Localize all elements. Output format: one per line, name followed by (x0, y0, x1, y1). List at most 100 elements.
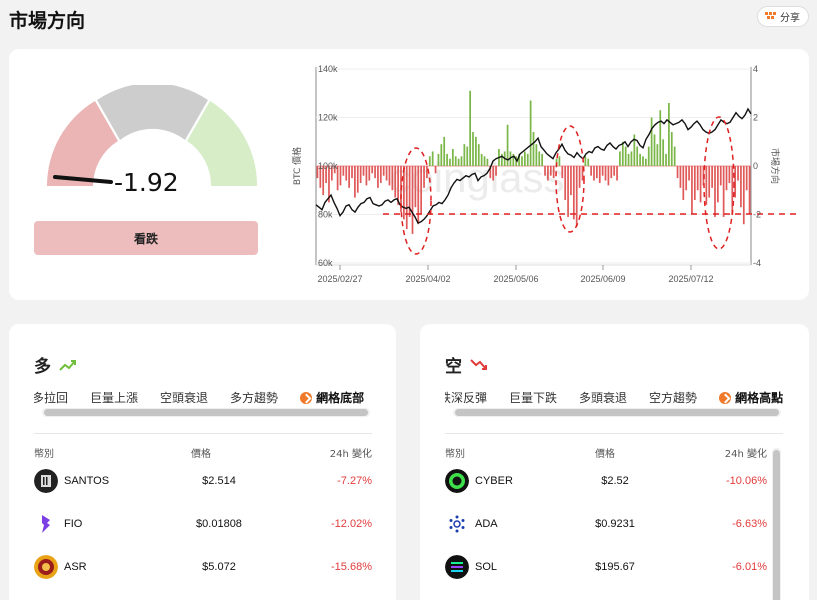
direction-bar (440, 144, 443, 166)
direction-bar (590, 166, 592, 176)
direction-bar (342, 166, 345, 176)
tab-long-4[interactable]: 多方趨勢 (230, 389, 278, 406)
direction-bar (598, 166, 601, 183)
tab-long-3[interactable]: 空頭衰退 (160, 389, 208, 406)
direction-bar (659, 110, 662, 166)
direction-bar (469, 90, 471, 166)
share-icon (765, 12, 776, 19)
direction-bar (495, 166, 497, 176)
direction-bar (644, 158, 647, 166)
long-card: 多 縮多拉回 巨量上漲 空頭衰退 多方趨勢 網格底部 幣別 價格 24h 變化 … (9, 324, 396, 600)
long-tabs: 縮多拉回 巨量上漲 空頭衰退 多方趨勢 網格底部 (34, 386, 372, 408)
direction-bar (619, 151, 621, 166)
direction-bar (578, 166, 581, 188)
direction-bar (379, 166, 382, 183)
direction-bar (391, 166, 394, 191)
coin-change: -15.68% (331, 561, 372, 573)
x-tick: 2025/05/06 (493, 274, 538, 284)
direction-bar (426, 166, 428, 179)
short-table-scrollbar[interactable] (772, 448, 781, 600)
y-right-tick: 0 (753, 161, 758, 171)
table-row[interactable]: FIO $0.01808 -12.02% (34, 510, 372, 538)
direction-bar (685, 166, 688, 191)
coin-change: -6.63% (732, 518, 767, 530)
direction-bar (403, 166, 405, 220)
direction-bar (385, 166, 388, 181)
y-left-tick: 80k (318, 210, 333, 220)
direction-bar (466, 146, 469, 166)
direction-bar (523, 151, 526, 166)
tab-long-5-label: 網格底部 (316, 391, 365, 405)
y-left-title: BTC 價格 (291, 147, 303, 185)
x-tick: 2025/06/09 (580, 274, 625, 284)
direction-bar (345, 166, 348, 181)
table-row[interactable]: ADA $0.9231 -6.63% (445, 510, 767, 538)
direction-bar (745, 166, 748, 191)
page-title: 市場方向 (9, 10, 86, 32)
coin-symbol: ASR (64, 561, 87, 573)
direction-bar (596, 166, 598, 179)
direction-bar (417, 166, 420, 225)
short-tabs-scrollbar[interactable] (453, 408, 781, 417)
y-left-tick: 140k (318, 64, 338, 74)
direction-bar (454, 156, 457, 166)
direction-bar (547, 166, 549, 181)
coin-price: $2.514 (202, 475, 236, 487)
y-right-tick: -4 (753, 258, 761, 268)
direction-bar (414, 166, 417, 208)
coin-change: -6.01% (732, 561, 767, 573)
direction-bar (549, 166, 552, 176)
col-change[interactable]: 24h 變化 (725, 445, 767, 460)
y-left-tick: 100k (318, 161, 338, 171)
direction-bar (564, 166, 567, 200)
direction-bar (538, 151, 541, 166)
direction-bar (653, 134, 656, 166)
coin-price: $5.072 (202, 561, 236, 573)
col-change[interactable]: 24h 變化 (330, 445, 372, 460)
y-left-tick: 60k (318, 258, 333, 268)
direction-bar (714, 166, 716, 217)
direction-bar (351, 166, 353, 179)
long-tabs-scrollbar[interactable] (42, 408, 370, 417)
tab-short-1[interactable]: 跌深反彈 (445, 389, 487, 406)
tab-short-2[interactable]: 巨量下跌 (509, 389, 557, 406)
direction-bar (688, 166, 690, 181)
cyber-logo-icon (445, 469, 469, 493)
table-row[interactable]: SANTOS $2.514 -7.27% (34, 467, 372, 495)
tab-long-2[interactable]: 巨量上漲 (90, 389, 138, 406)
direction-chart: coinglass 140k120k100k80k60k 420-2-4 202… (291, 64, 799, 284)
col-coin: 幣別 (445, 449, 465, 460)
table-row[interactable]: SOL $195.67 -6.01% (445, 553, 767, 581)
tab-short-3[interactable]: 多頭衰退 (579, 389, 627, 406)
tab-long-5[interactable]: 網格底部 (300, 389, 364, 406)
direction-bar (544, 166, 546, 176)
direction-bar (428, 156, 431, 166)
coin-change: -12.02% (331, 518, 372, 530)
direction-bar (443, 136, 446, 166)
short-title-label: 空 (445, 357, 462, 377)
y-right-tick: -2 (753, 210, 761, 220)
direction-bar (526, 153, 529, 167)
tab-short-5-label: 網格高點 (735, 391, 783, 405)
direction-bar (434, 166, 437, 174)
direction-bar (483, 156, 486, 166)
direction-bar (572, 166, 575, 220)
direction-bar (668, 102, 670, 166)
share-label: 分享 (780, 13, 800, 24)
x-tick: 2025/07/12 (668, 274, 713, 284)
share-button[interactable]: 分享 (757, 6, 809, 27)
direction-bar (676, 166, 679, 179)
tab-short-5[interactable]: 網格高點 (719, 389, 783, 406)
direction-bar (457, 158, 460, 166)
arrow-badge-icon (300, 391, 313, 404)
table-row[interactable]: ASR $5.072 -15.68% (34, 553, 372, 581)
y-right-title: 市場方向 (769, 148, 781, 184)
direction-bar (650, 117, 653, 166)
coin-price: $0.9231 (595, 518, 635, 530)
direction-bar (636, 146, 639, 166)
direction-bar (567, 166, 569, 217)
tab-long-1[interactable]: 縮多拉回 (34, 389, 68, 406)
tab-short-4[interactable]: 空方趨勢 (649, 389, 697, 406)
direction-bar (616, 166, 618, 181)
table-row[interactable]: CYBER $2.52 -10.06% (445, 467, 767, 495)
